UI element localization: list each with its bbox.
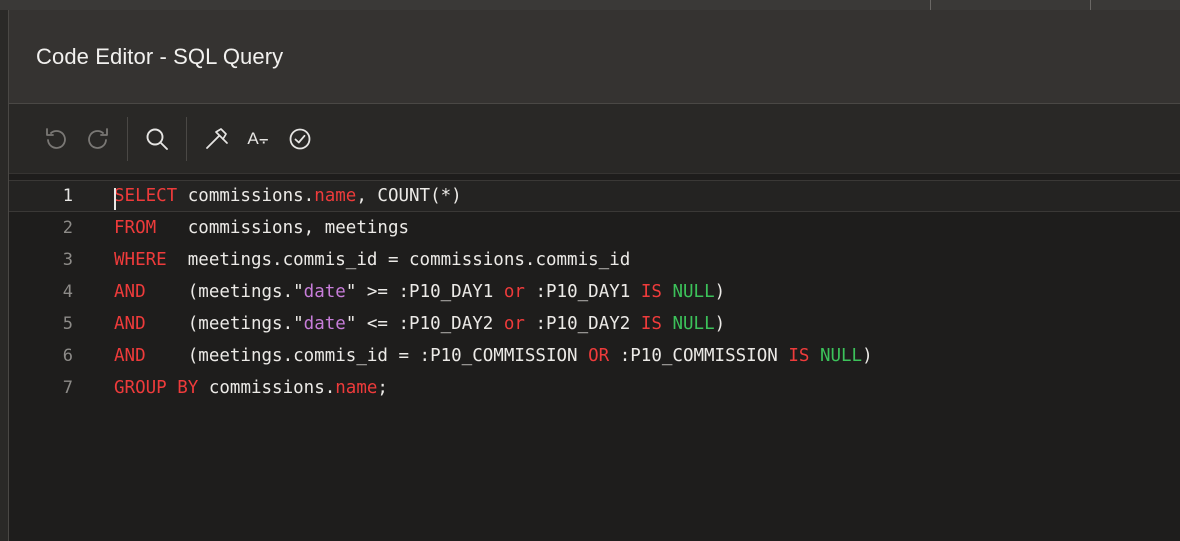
code-editor-dialog: Code Editor - SQL Query A⨪ 1 SELECT comm…: [8, 10, 1180, 541]
sql-text: commissions, meetings: [156, 218, 410, 238]
sql-keyword: FROM: [114, 218, 157, 238]
code-line[interactable]: 7 GROUP BY commissions.name;: [9, 372, 1180, 404]
dialog-header: Code Editor - SQL Query: [9, 10, 1180, 104]
sql-keyword: or: [503, 314, 525, 334]
sql-keyword: AND: [114, 282, 146, 302]
sql-text: (meetings.": [145, 314, 304, 334]
code-text[interactable]: WHERE meetings.commis_id = commissions.c…: [114, 250, 630, 270]
sql-text: ;: [377, 378, 388, 398]
line-number: 5: [62, 314, 73, 334]
sql-text: :P10_DAY1: [524, 282, 641, 302]
code-text[interactable]: SELECT commissions.name, COUNT(*): [114, 186, 462, 210]
code-text[interactable]: AND (meetings.commis_id = :P10_COMMISSIO…: [114, 346, 873, 366]
sql-keyword: SELECT: [114, 186, 178, 206]
toolbar-divider: [127, 116, 128, 161]
code-text[interactable]: AND (meetings."date" >= :P10_DAY1 or :P1…: [114, 282, 725, 302]
sql-quoted-identifier: date: [303, 314, 346, 334]
sql-keyword: IS: [788, 346, 810, 366]
sql-keyword: OR: [588, 346, 610, 366]
sql-keyword: WHERE: [114, 250, 167, 270]
line-number: 1: [62, 186, 73, 206]
autocomplete-label: A⨪: [247, 128, 269, 148]
code-line[interactable]: 1 SELECT commissions.name, COUNT(*): [9, 180, 1180, 212]
code-text[interactable]: AND (meetings."date" <= :P10_DAY2 or :P1…: [114, 314, 725, 334]
text-cursor: [114, 188, 116, 210]
sql-text: meetings.commis_id = commissions.commis_…: [166, 250, 631, 270]
sql-text: " <= :P10_DAY2: [345, 314, 504, 334]
search-icon: [146, 128, 168, 150]
line-number: 7: [62, 378, 73, 398]
line-number: 3: [62, 250, 73, 270]
redo-icon: [88, 127, 108, 149]
sql-keyword: name: [335, 378, 378, 398]
sql-text: commissions.: [198, 378, 336, 398]
background-fragment: [1090, 0, 1131, 10]
autocomplete-button[interactable]: A⨪: [237, 117, 279, 161]
sql-text: commissions.: [177, 186, 315, 206]
line-number: 4: [62, 282, 73, 302]
line-number: 6: [62, 346, 73, 366]
sql-text: (meetings.": [145, 282, 304, 302]
code-line[interactable]: 5 AND (meetings."date" <= :P10_DAY2 or :P…: [9, 308, 1180, 340]
check-circle-icon: [289, 128, 311, 149]
undo-icon: [46, 127, 66, 149]
redo-button[interactable]: [77, 117, 119, 161]
code-line[interactable]: 6 AND (meetings.commis_id = :P10_COMMISSI…: [9, 340, 1180, 372]
sql-null: NULL: [672, 314, 715, 334]
sql-null: NULL: [672, 282, 715, 302]
line-number: 2: [62, 218, 73, 238]
code-line[interactable]: 2 FROM commissions, meetings: [9, 212, 1180, 244]
sql-keyword: AND: [114, 346, 146, 366]
sql-keyword: name: [314, 186, 357, 206]
sql-text: (meetings.commis_id = :P10_COMMISSION: [145, 346, 589, 366]
sql-text: ): [862, 346, 873, 366]
code-text[interactable]: GROUP BY commissions.name;: [114, 378, 388, 398]
build-button[interactable]: [195, 117, 237, 161]
sql-text: " >= :P10_DAY1: [345, 282, 504, 302]
code-line[interactable]: 4 AND (meetings."date" >= :P10_DAY1 or :P…: [9, 276, 1180, 308]
sql-keyword: AND: [114, 314, 146, 334]
hammer-icon: [206, 127, 228, 149]
toolbar-divider: [186, 116, 187, 161]
background-fragment: [930, 0, 965, 10]
search-button[interactable]: [136, 117, 178, 161]
sql-null: NULL: [819, 346, 863, 366]
code-line[interactable]: 3 WHERE meetings.commis_id = commissions.…: [9, 244, 1180, 276]
code-text[interactable]: FROM commissions, meetings: [114, 218, 409, 238]
sql-keyword: or: [503, 282, 525, 302]
sql-keyword: IS: [640, 314, 662, 334]
sql-quoted-identifier: date: [303, 282, 346, 302]
sql-text: , COUNT(*): [356, 186, 462, 206]
sql-text: :P10_DAY2: [524, 314, 641, 334]
code-editor[interactable]: 1 SELECT commissions.name, COUNT(*) 2 FROM …: [9, 174, 1180, 540]
validate-button[interactable]: [279, 117, 321, 161]
sql-text: :P10_COMMISSION: [609, 346, 789, 366]
dialog-title: Code Editor - SQL Query: [36, 43, 284, 69]
sql-keyword: IS: [640, 282, 662, 302]
sql-text: ): [714, 314, 726, 334]
undo-button[interactable]: [35, 117, 77, 161]
background-page: [0, 0, 1180, 10]
editor-toolbar: A⨪: [9, 104, 1180, 174]
sql-keyword: GROUP BY: [114, 378, 199, 398]
sql-text: ): [714, 282, 726, 302]
